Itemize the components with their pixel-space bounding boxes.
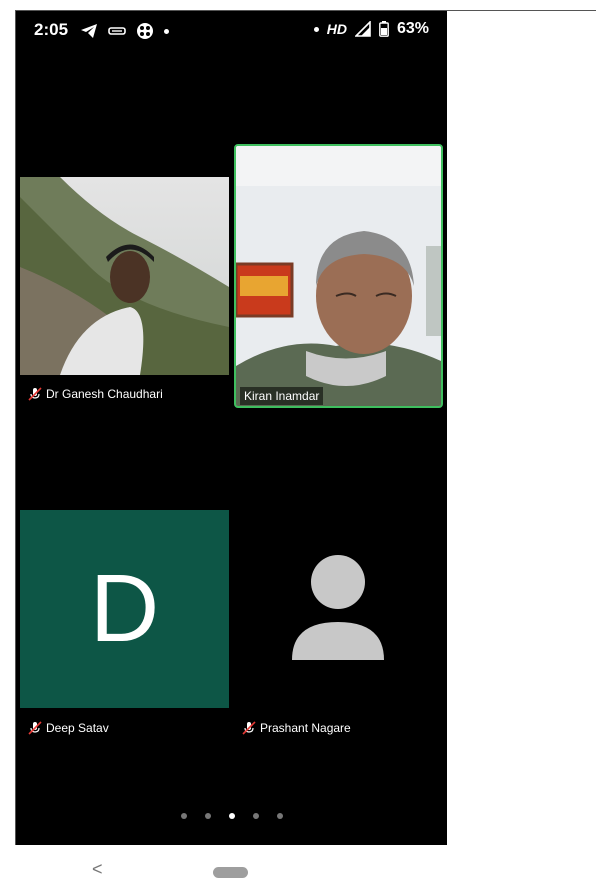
page-dot[interactable] [204, 813, 211, 819]
page-dot-active[interactable] [228, 813, 235, 819]
hd-indicator: HD [326, 21, 347, 37]
participant-video-frame [20, 177, 229, 375]
muted-mic-icon [28, 721, 42, 735]
participant-avatar-deep[interactable]: D [20, 510, 229, 708]
signal-icon [354, 21, 371, 37]
participant-name-ganesh: Dr Ganesh Chaudhari [28, 387, 163, 401]
participant-name-prashant: Prashant Nagare [242, 721, 351, 735]
participant-video-kiran[interactable] [234, 144, 443, 408]
battery-icon [379, 21, 389, 37]
app-icon [108, 27, 126, 35]
status-bar: 2:05 HD 63% [16, 11, 447, 49]
person-placeholder-icon [292, 555, 384, 660]
participant-label: Kiran Inamdar [244, 389, 320, 403]
status-time: 2:05 [34, 20, 69, 39]
participant-label: Deep Satav [46, 721, 109, 735]
participant-video-ganesh[interactable] [20, 177, 229, 375]
system-nav-bar: < [0, 845, 596, 893]
participant-video-frame [236, 146, 441, 406]
page-indicator [16, 813, 447, 819]
page-dot[interactable] [252, 813, 259, 819]
meeting-screen: 2:05 HD 63% Dr Ganesh Chaudhari Kiran In… [16, 11, 447, 845]
muted-mic-icon [242, 721, 256, 735]
status-right: HD 63% [313, 20, 429, 38]
back-icon[interactable]: < [92, 859, 103, 880]
page-dot[interactable] [180, 813, 187, 819]
game-icon [137, 23, 153, 39]
participant-name-kiran: Kiran Inamdar [240, 387, 324, 405]
notification-dot [164, 28, 169, 34]
home-pill-icon[interactable] [213, 867, 248, 878]
participant-label: Prashant Nagare [260, 721, 351, 735]
muted-mic-icon [28, 387, 42, 401]
telegram-icon [81, 24, 97, 38]
status-dot [313, 26, 319, 32]
battery-percent: 63% [396, 20, 429, 37]
notification-icons [80, 21, 169, 41]
participant-avatar-prashant[interactable] [234, 510, 443, 708]
participant-label: Dr Ganesh Chaudhari [46, 387, 163, 401]
participant-name-deep: Deep Satav [28, 721, 109, 735]
avatar-letter: D [89, 555, 160, 662]
page-dot[interactable] [276, 813, 283, 819]
